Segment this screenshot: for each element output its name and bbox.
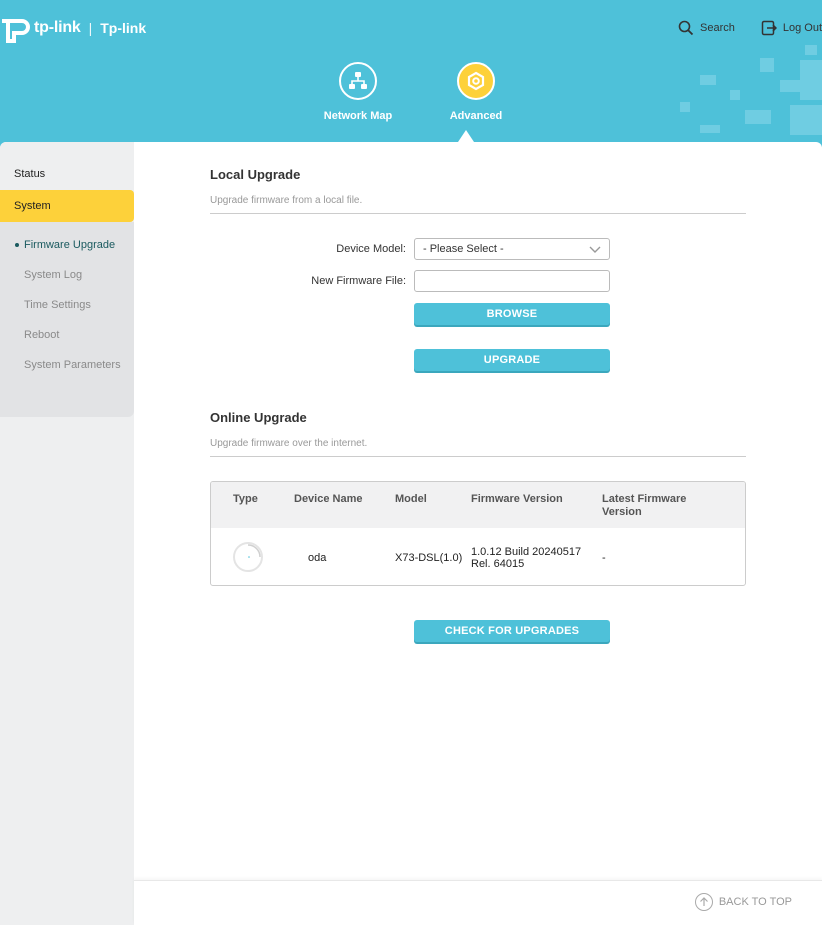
online-upgrade-title: Online Upgrade — [210, 410, 307, 425]
column-header-type: Type — [233, 493, 258, 505]
logo-separator: | — [88, 20, 93, 36]
header: tp-link | Tp-link Search Log Out Network… — [0, 0, 822, 142]
model-name: Tp-link — [100, 20, 147, 36]
column-header-firmware-version: Firmware Version — [471, 493, 563, 505]
tp-link-logo-icon — [2, 19, 30, 43]
tab-network-map-label: Network Map — [323, 110, 393, 122]
network-map-icon — [339, 62, 377, 100]
local-upgrade-description: Upgrade firmware from a local file. — [210, 195, 363, 206]
device-type-loading-icon — [233, 542, 263, 572]
tab-advanced[interactable]: Advanced — [436, 60, 516, 122]
column-header-device-name: Device Name — [294, 493, 363, 505]
logout-label: Log Out — [782, 22, 822, 34]
back-to-top-button[interactable]: BACK TO TOP — [694, 893, 792, 911]
search-label: Search — [700, 22, 735, 34]
tp-link-logo: tp-link | Tp-link — [0, 12, 146, 44]
search-button[interactable]: Search — [678, 20, 735, 36]
device-model-value: - Please Select - — [423, 243, 504, 255]
firmware-file-label: New Firmware File: — [311, 275, 406, 287]
column-header-model: Model — [395, 493, 427, 505]
sidebar-item-time-settings[interactable]: Time Settings — [0, 290, 134, 320]
sidebar-item-status[interactable]: Status — [0, 158, 134, 190]
sidebar-item-firmware-upgrade[interactable]: Firmware Upgrade — [0, 230, 134, 260]
advanced-gear-icon — [457, 62, 495, 100]
search-icon — [678, 20, 694, 36]
upgrade-button[interactable]: UPGRADE — [414, 349, 610, 371]
tab-network-map[interactable]: Network Map — [318, 60, 398, 122]
model-cell: X73-DSL(1.0) — [395, 552, 463, 564]
arrow-up-icon — [694, 893, 713, 911]
content-panel: Status System Firmware Upgrade System Lo… — [0, 142, 822, 925]
logout-icon — [761, 20, 777, 36]
brand-name: tp-link — [34, 19, 81, 36]
device-name-cell: oda — [308, 552, 327, 564]
sidebar-item-system-parameters[interactable]: System Parameters — [0, 350, 134, 380]
sidebar-item-system[interactable]: System — [0, 190, 134, 222]
local-upgrade-divider — [210, 213, 746, 214]
device-model-select[interactable]: - Please Select - — [414, 238, 610, 260]
online-upgrade-divider — [210, 456, 746, 457]
chevron-down-icon — [589, 246, 601, 253]
active-tab-pointer — [458, 130, 474, 142]
browse-button[interactable]: BROWSE — [414, 303, 610, 325]
firmware-version-cell: 1.0.12 Build 20240517 Rel. 64015 — [471, 546, 582, 570]
column-header-latest-firmware-version: Latest Firmware Version — [602, 493, 687, 518]
firmware-file-input[interactable] — [414, 270, 610, 292]
local-upgrade-title: Local Upgrade — [210, 167, 301, 182]
back-to-top-label: BACK TO TOP — [718, 896, 792, 908]
table-header: Type Device Name Model Firmware Version … — [211, 482, 745, 528]
footer: BACK TO TOP — [134, 880, 822, 925]
sidebar-submenu: Firmware Upgrade System Log Time Setting… — [0, 222, 134, 417]
top-actions: Search Log Out — [678, 20, 822, 36]
sidebar: Status System Firmware Upgrade System Lo… — [0, 142, 134, 925]
sidebar-item-system-log[interactable]: System Log — [0, 260, 134, 290]
online-upgrade-table: Type Device Name Model Firmware Version … — [210, 481, 746, 586]
sidebar-item-reboot[interactable]: Reboot — [0, 320, 134, 350]
tab-advanced-label: Advanced — [449, 110, 503, 122]
check-for-upgrades-button[interactable]: CHECK FOR UPGRADES — [414, 620, 610, 642]
logout-button[interactable]: Log Out — [761, 20, 822, 36]
main-content: Local Upgrade Upgrade firmware from a lo… — [134, 142, 822, 882]
main-nav: Network Map Advanced — [318, 60, 516, 122]
online-upgrade-description: Upgrade firmware over the internet. — [210, 438, 368, 449]
latest-firmware-version-cell: - — [602, 552, 606, 564]
device-model-label: Device Model: — [336, 243, 406, 255]
